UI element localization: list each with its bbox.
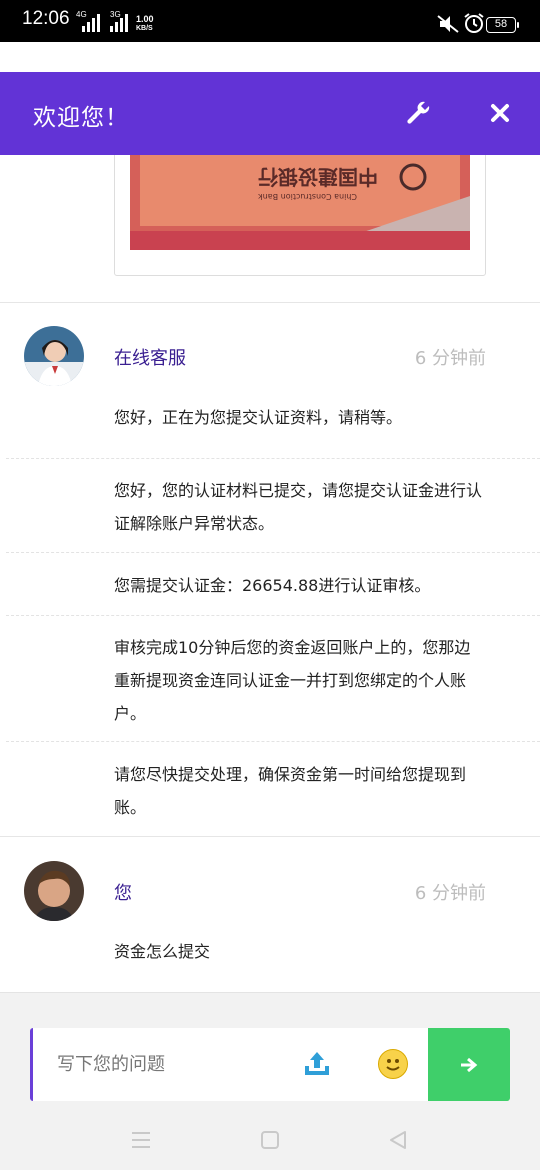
message-line: 您好，您的认证材料已提交，请您提交认证金进行认证解除账户异常状态。	[114, 481, 483, 533]
mute-icon	[437, 15, 459, 33]
back-triangle-icon[interactable]	[386, 1128, 410, 1152]
image-message[interactable]: 中国建设银行 China Construction Bank	[114, 155, 486, 276]
message-line: 请您尽快提交处理，确保资金第一时间给您提现到账。	[114, 765, 467, 817]
question-input[interactable]	[57, 1048, 287, 1080]
dashed-divider	[6, 458, 540, 459]
user-avatar[interactable]	[24, 861, 84, 921]
header-title: 欢迎您！	[33, 105, 129, 131]
bank-card-photo: 中国建设银行 China Construction Bank	[130, 155, 470, 250]
dashed-divider	[6, 615, 540, 616]
agent-avatar[interactable]	[24, 326, 84, 386]
battery-indicator: 58	[486, 17, 519, 33]
wrench-icon[interactable]	[403, 98, 433, 128]
divider	[0, 302, 540, 303]
status-time: 12:06	[22, 8, 70, 29]
composer-box	[30, 1028, 428, 1101]
status-bar: 12:06 4G 3G 1.00 KB/S 58	[0, 0, 540, 42]
user-name: 您	[114, 883, 132, 904]
smiley-icon[interactable]	[378, 1049, 408, 1079]
network-type-1: 4G	[76, 10, 87, 19]
net-speed: 1.00 KB/S	[136, 15, 154, 33]
message-line: 您需提交认证金：26654.88进行认证审核。	[114, 576, 431, 595]
chat-messages[interactable]: 中国建设银行 China Construction Bank 在线客服 6 分钟…	[0, 155, 540, 992]
alarm-icon	[464, 13, 484, 33]
net-speed-value: 1.00	[136, 14, 154, 24]
dashed-divider	[6, 741, 540, 742]
message-line: 资金怎么提交	[114, 942, 211, 961]
square-icon[interactable]	[258, 1128, 282, 1152]
agent-name: 在线客服	[114, 348, 186, 369]
net-speed-unit: KB/S	[136, 25, 153, 32]
dashed-divider	[6, 552, 540, 553]
agent-message-time: 6 分钟前	[414, 348, 486, 369]
chat-header: 欢迎您！	[0, 72, 540, 155]
arrow-right-icon	[461, 1057, 478, 1073]
message-line: 审核完成10分钟后您的资金返回账户上的，您那边重新提现资金连同认证金一并打到您绑…	[114, 638, 471, 723]
user-message-time: 6 分钟前	[414, 883, 486, 904]
message-line: 您好，正在为您提交认证资料，请稍等。	[114, 408, 403, 427]
divider	[0, 836, 540, 837]
menu-icon[interactable]	[129, 1128, 153, 1152]
card-bank-name-en: China Construction Bank	[258, 192, 357, 201]
card-bank-name: 中国建设银行	[258, 165, 378, 189]
close-icon[interactable]	[485, 98, 515, 128]
send-button[interactable]	[428, 1028, 510, 1101]
system-nav-bar	[0, 1110, 540, 1170]
upload-icon[interactable]	[302, 1049, 332, 1079]
